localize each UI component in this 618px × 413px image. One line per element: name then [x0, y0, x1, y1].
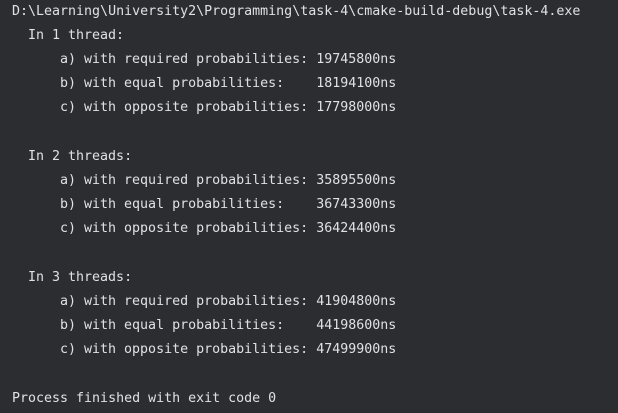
result-value: 18194100ns	[316, 76, 397, 91]
result-label: a) with required probabilities:	[60, 173, 309, 188]
result-label: a) with required probabilities:	[60, 52, 309, 67]
result-value: 19745800ns	[316, 52, 397, 67]
result-label: c) with opposite probabilities:	[60, 100, 309, 115]
result-row: c) with opposite probabilities: 36424400…	[60, 220, 396, 238]
result-label: b) with equal probabilities:	[60, 318, 309, 333]
result-label: a) with required probabilities:	[60, 294, 309, 309]
result-row: c) with opposite probabilities: 47499900…	[60, 341, 396, 359]
result-value: 41904800ns	[316, 294, 397, 309]
result-row: c) with opposite probabilities: 17798000…	[60, 99, 396, 117]
result-label: b) with equal probabilities:	[60, 197, 309, 212]
group-title-3-threads: In 3 threads:	[28, 270, 133, 285]
run-console-output[interactable]: D:\Learning\University2\Programming\task…	[0, 0, 618, 413]
result-label: b) with equal probabilities:	[60, 76, 309, 91]
result-row: b) with equal probabilities: 18194100ns	[60, 75, 396, 93]
process-exit-message: Process finished with exit code 0	[12, 391, 277, 406]
result-value: 44198600ns	[316, 318, 397, 333]
result-label: c) with opposite probabilities:	[60, 221, 309, 236]
group-title-2-threads: In 2 threads:	[28, 149, 133, 164]
result-value: 36424400ns	[316, 221, 397, 236]
result-value: 36743300ns	[316, 197, 397, 212]
executable-path: D:\Learning\University2\Programming\task…	[12, 4, 581, 19]
result-row: a) with required probabilities: 35895500…	[60, 172, 396, 190]
result-row: b) with equal probabilities: 44198600ns	[60, 317, 396, 335]
result-label: c) with opposite probabilities:	[60, 342, 309, 357]
result-value: 47499900ns	[316, 342, 397, 357]
result-row: a) with required probabilities: 19745800…	[60, 51, 396, 69]
result-row: b) with equal probabilities: 36743300ns	[60, 196, 396, 214]
result-row: a) with required probabilities: 41904800…	[60, 293, 396, 311]
result-value: 35895500ns	[316, 173, 397, 188]
group-title-1-thread: In 1 thread:	[28, 28, 125, 43]
result-value: 17798000ns	[316, 100, 397, 115]
